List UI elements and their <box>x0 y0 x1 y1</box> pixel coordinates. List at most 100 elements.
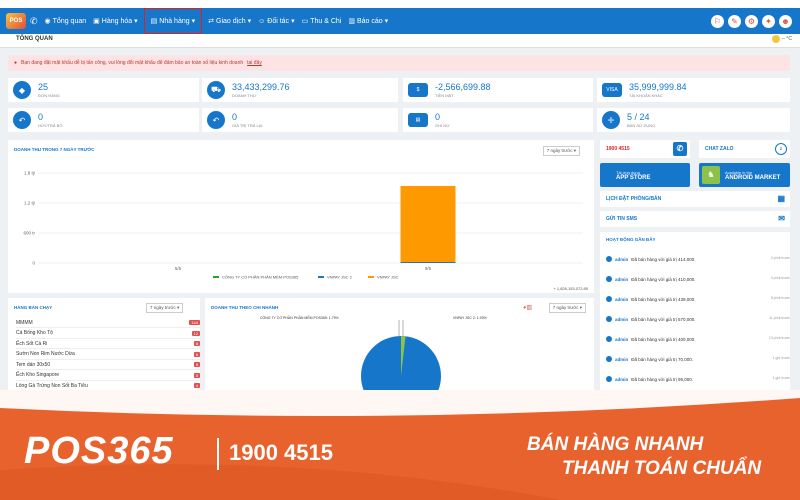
activity-time: 11 phút trước <box>769 316 790 320</box>
user-avatar-icon <box>606 356 612 362</box>
top-strip <box>0 0 800 8</box>
y-tick-label: 1.8 tỷ <box>24 170 36 176</box>
legend-swatch <box>318 276 324 278</box>
page-title: TỔNG QUAN <box>16 36 53 42</box>
stat-cancelled: ↶ 0 HỦY/TRẢ BỎ <box>8 108 199 132</box>
legend-swatch <box>213 276 219 278</box>
nav-item-reports[interactable]: ▥ Báo cáo ▾ <box>348 17 388 26</box>
target-icon: ✛ <box>602 111 620 129</box>
hotline-box[interactable]: 1900 4515 ✆ <box>600 140 690 158</box>
nav-item-transactions[interactable]: ⇄ Giao dịch ▾ <box>208 17 252 26</box>
partner-icon: ☺ <box>258 17 266 25</box>
best-seller-count: 5 <box>193 362 200 367</box>
settings-icon[interactable]: ⚙ <box>745 14 758 28</box>
activity-time: 4 phút trước <box>770 276 790 280</box>
zalo-icon: Z <box>775 143 787 155</box>
revenue-total: + 1,826,153,072.85 <box>553 286 588 291</box>
page-subbar: TỔNG QUAN -- °C <box>0 34 800 48</box>
best-seller-row[interactable]: Cá Bống Kho Tộ 12 <box>16 329 200 339</box>
activity-text: Đã bán hàng với giá trị 95,000. <box>631 376 694 382</box>
y-tick-label: 600 tr <box>23 231 35 236</box>
user-avatar-icon <box>606 316 612 322</box>
sms-box[interactable]: GỬI TIN SMS ✉ <box>600 211 790 227</box>
best-seller-row[interactable]: Tem dán 30x50 5 <box>16 360 200 370</box>
legend-label: VNPAY JSC 2 <box>327 275 353 280</box>
best-sellers-period-select[interactable]: 7 ngày trước ▾ <box>146 303 184 313</box>
best-seller-row[interactable]: Ếch Sốt Cà Ri 8 <box>16 339 200 349</box>
best-seller-row[interactable]: Sườn Non Rim Nước Dừa 6 <box>16 350 200 360</box>
activity-title: HOẠT ĐỘNG GẦN ĐÂY <box>606 237 656 242</box>
zalo-box[interactable]: CHAT ZALO Z <box>699 140 790 158</box>
user-icon[interactable]: ☻ <box>779 14 792 28</box>
activity-text: Đã bán hàng với giá trị 439,000. <box>631 296 696 302</box>
app-logo[interactable]: POS <box>6 13 26 29</box>
activity-user: admin <box>615 256 629 262</box>
stat-tables: ✛ 5 / 24 BÀN SỬ DỤNG <box>597 108 790 132</box>
activity-text: Đã bán hàng với giá trị 400,000. <box>631 336 696 342</box>
chevron-down-icon: ▾ <box>247 18 252 25</box>
activity-item[interactable]: admin Đã bán hàng với giá trị 410,000. 4 p… <box>606 270 790 288</box>
nav-item-restaurant[interactable]: ▤ Nhà hàng ▾ <box>143 8 203 34</box>
best-seller-name: Ếch Sốt Cà Ri <box>16 340 48 347</box>
transaction-icon: ⇄ <box>208 18 215 25</box>
cart-icon[interactable]: ⚐ <box>711 14 724 28</box>
activity-item[interactable]: admin Đã bán hàng với giá trị 70,000. 1 gi… <box>606 350 790 368</box>
chevron-down-icon: ▾ <box>191 18 196 25</box>
nav-item-cashflow[interactable]: ▭ Thu & Chi <box>301 17 342 26</box>
best-seller-count: 4 <box>193 383 200 388</box>
legend-swatch <box>368 276 374 278</box>
x-tick-label: 5/5 <box>175 266 182 271</box>
user-avatar-icon <box>606 296 612 302</box>
nav-item-partners[interactable]: ☺ Đối tác ▾ <box>258 17 294 26</box>
android-market-button[interactable]: ♞ Available in the ANDROID MARKET <box>699 163 790 187</box>
activity-item[interactable]: admin Đã bán hàng với giá trị 400,000. 13 … <box>606 330 790 348</box>
banner-divider <box>217 438 219 470</box>
phone-icon[interactable]: ✆ <box>30 16 38 27</box>
wallet-icon: ▭ <box>301 18 309 25</box>
cart-icon: ⛟ <box>207 81 225 99</box>
activity-time: 8 phút trước <box>770 296 790 300</box>
activity-item[interactable]: admin Đã bán hàng với giá trị 439,000. 8 p… <box>606 290 790 308</box>
activity-item[interactable]: admin Đã bán hàng với giá trị 414,000. 2 p… <box>606 250 790 268</box>
brand-logo: POS365 <box>24 430 174 472</box>
best-seller-name: Sườn Non Rim Nước Dừa <box>16 351 75 357</box>
activity-text: Đã bán hàng với giá trị 570,000. <box>631 316 696 322</box>
revenue-chart: 1.8 tỷ 1.2 tỷ 600 tr 0 5/5 9/5 CÔNG TY CỔ PHẦN… <box>23 170 583 280</box>
top-navbar: POS ✆ ◉ Tổng quan ▣ Hàng hóa ▾ ▤ Nhà hàng ▾ ⇄… <box>0 8 800 34</box>
best-seller-row[interactable]: Ếch Kho Singapore 5 <box>16 371 200 381</box>
dashboard-icon: ◉ <box>44 18 51 25</box>
chevron-down-icon: ▾ <box>134 18 138 25</box>
stat-revenue: ⛟ 33,433,299.76 DOANH THU <box>202 78 398 102</box>
best-seller-count: 144 <box>189 320 200 325</box>
booking-box[interactable]: LỊCH ĐẶT PHÒNG/BÀN ▦ <box>600 191 790 207</box>
stat-debt: ▤ 0 GHI NỢ <box>403 108 593 132</box>
activity-item[interactable]: admin Đã bán hàng với giá trị 95,000. 1 gi… <box>606 370 790 388</box>
activity-user: admin <box>615 376 629 382</box>
app-store-button[interactable]: Tải ứng dụng APP STORE <box>600 163 690 187</box>
banner-slogan-1: BÁN HÀNG NHANH <box>527 434 704 455</box>
phone-icon: ✆ <box>673 142 687 156</box>
activity-user: admin <box>615 316 629 322</box>
alert-icon: ● <box>14 60 18 66</box>
stat-returns: ↶ 0 GIÁ TRỊ TRẢ LẠI <box>202 108 398 132</box>
best-seller-name: Ếch Kho Singapore <box>16 372 60 378</box>
nav-item-products[interactable]: ▣ Hàng hóa ▾ <box>93 17 138 26</box>
visa-icon: VISA <box>602 83 622 97</box>
weather-widget: -- °C <box>771 35 792 43</box>
best-seller-count: 5 <box>193 372 200 378</box>
alert-link[interactable]: tại đây <box>247 60 262 66</box>
gift-icon[interactable]: ✦ <box>762 14 775 28</box>
activity-text: Đã bán hàng với giá trị 414,000. <box>631 256 696 262</box>
edit-icon[interactable]: ✎ <box>728 14 741 28</box>
password-alert: ● Bạn đang đặt mật khẩu dễ bị tấn công, … <box>8 55 790 71</box>
best-seller-count: 8 <box>193 341 200 346</box>
nav-item-overview[interactable]: ◉ Tổng quan <box>44 17 87 26</box>
restaurant-icon: ▤ <box>150 18 158 25</box>
stat-orders: ◆ 25 ĐƠN HÀNG <box>8 78 199 102</box>
best-seller-row[interactable]: MMMM 144 <box>16 318 200 328</box>
undo-icon: ↶ <box>13 111 31 129</box>
best-seller-name: Cá Bống Kho Tộ <box>16 330 53 336</box>
best-sellers-panel: HÀNG BÁN CHẠY 7 ngày trước ▾ MMMM 144 Cá B… <box>8 298 200 391</box>
android-icon: ♞ <box>702 166 720 184</box>
activity-item[interactable]: admin Đã bán hàng với giá trị 570,000. 11 … <box>606 310 790 328</box>
